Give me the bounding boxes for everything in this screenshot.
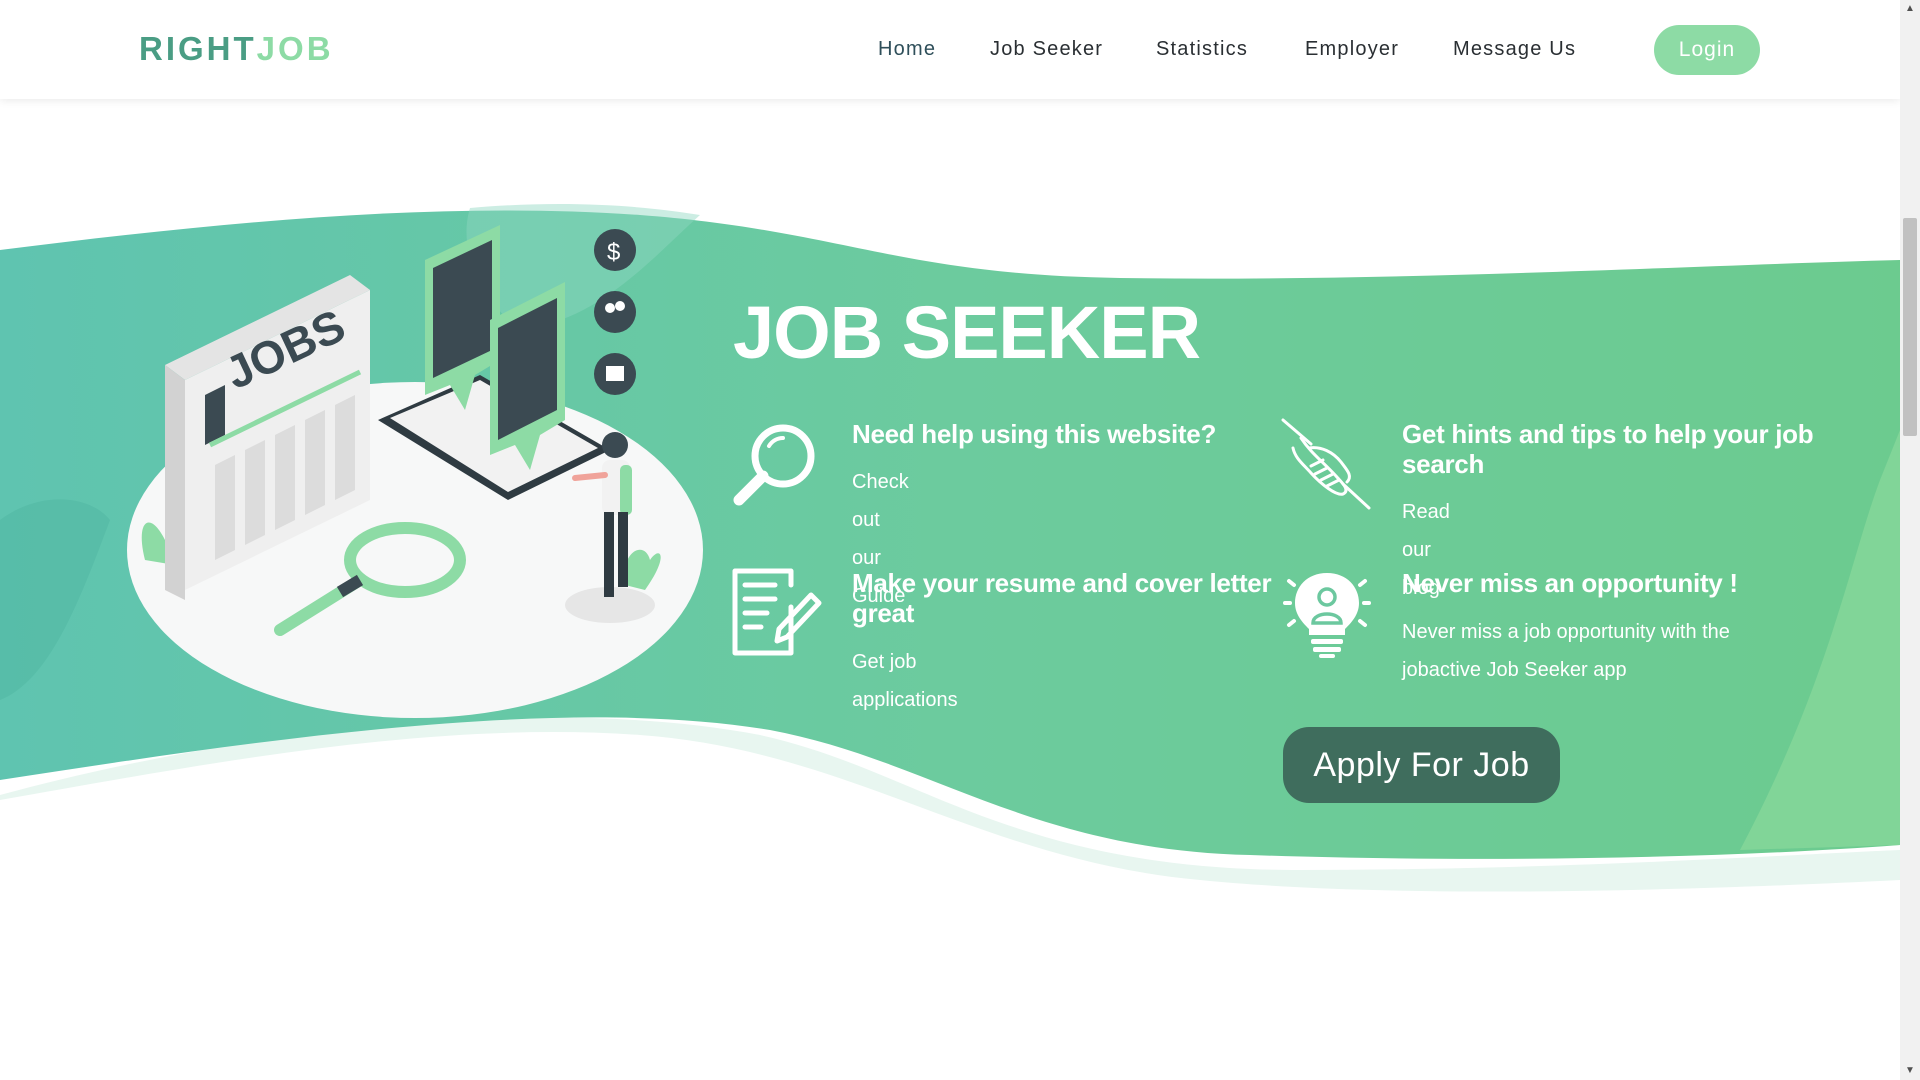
login-button[interactable]: Login [1654,25,1760,75]
nav-item-home[interactable]: Home [878,38,936,61]
logo-text-right: RIGHT [139,30,257,67]
magnifier-icon [733,424,815,506]
page-scrollbar[interactable]: ▲ ▼ [1900,0,1920,1080]
document-pen-icon [732,568,822,656]
logo-text-job: JOB [256,30,334,67]
person-leg-right [618,512,628,587]
handshake-icon [1281,418,1371,510]
site-header: RIGHTJOB Home Job Seeker Statistics Empl… [0,0,1900,99]
person-arm [572,472,608,481]
job-applications-link[interactable]: Get job applications [852,643,958,719]
job-seeker-app-link[interactable]: Never miss a job opportunity with the jo… [1402,613,1802,689]
feature-heading-website-help: Need help using this website? [852,419,1217,449]
scroll-up-arrow-icon[interactable]: ▲ [1900,0,1920,18]
nav-item-message-us[interactable]: Message Us [1453,38,1576,61]
apply-for-job-button[interactable]: Apply For Job [1283,727,1560,803]
lightbulb-person-icon [1283,573,1371,658]
person-head [602,432,628,458]
scroll-down-arrow-icon[interactable]: ▼ [1900,1062,1920,1080]
svg-text:$: $ [607,239,620,266]
feature-heading-resume: Make your resume and cover letter great [852,568,1272,628]
feature-heading-opportunity: Never miss an opportunity ! [1402,568,1738,598]
nav-item-statistics[interactable]: Statistics [1156,38,1248,61]
person-leg-left [604,512,614,597]
job-search-illustration: JOBS $ [127,225,703,718]
page-title: JOB SEEKER [733,291,1201,374]
scrollbar-thumb[interactable] [1903,218,1917,436]
newspaper-side [165,365,185,600]
nav-item-employer[interactable]: Employer [1305,38,1399,61]
newspaper-photo [205,385,225,445]
feature-heading-hints-tips: Get hints and tips to help your job sear… [1402,419,1814,479]
people-coin-icon [594,291,636,333]
site-logo[interactable]: RIGHTJOB [139,30,334,68]
nav-item-job-seeker[interactable]: Job Seeker [990,38,1103,61]
